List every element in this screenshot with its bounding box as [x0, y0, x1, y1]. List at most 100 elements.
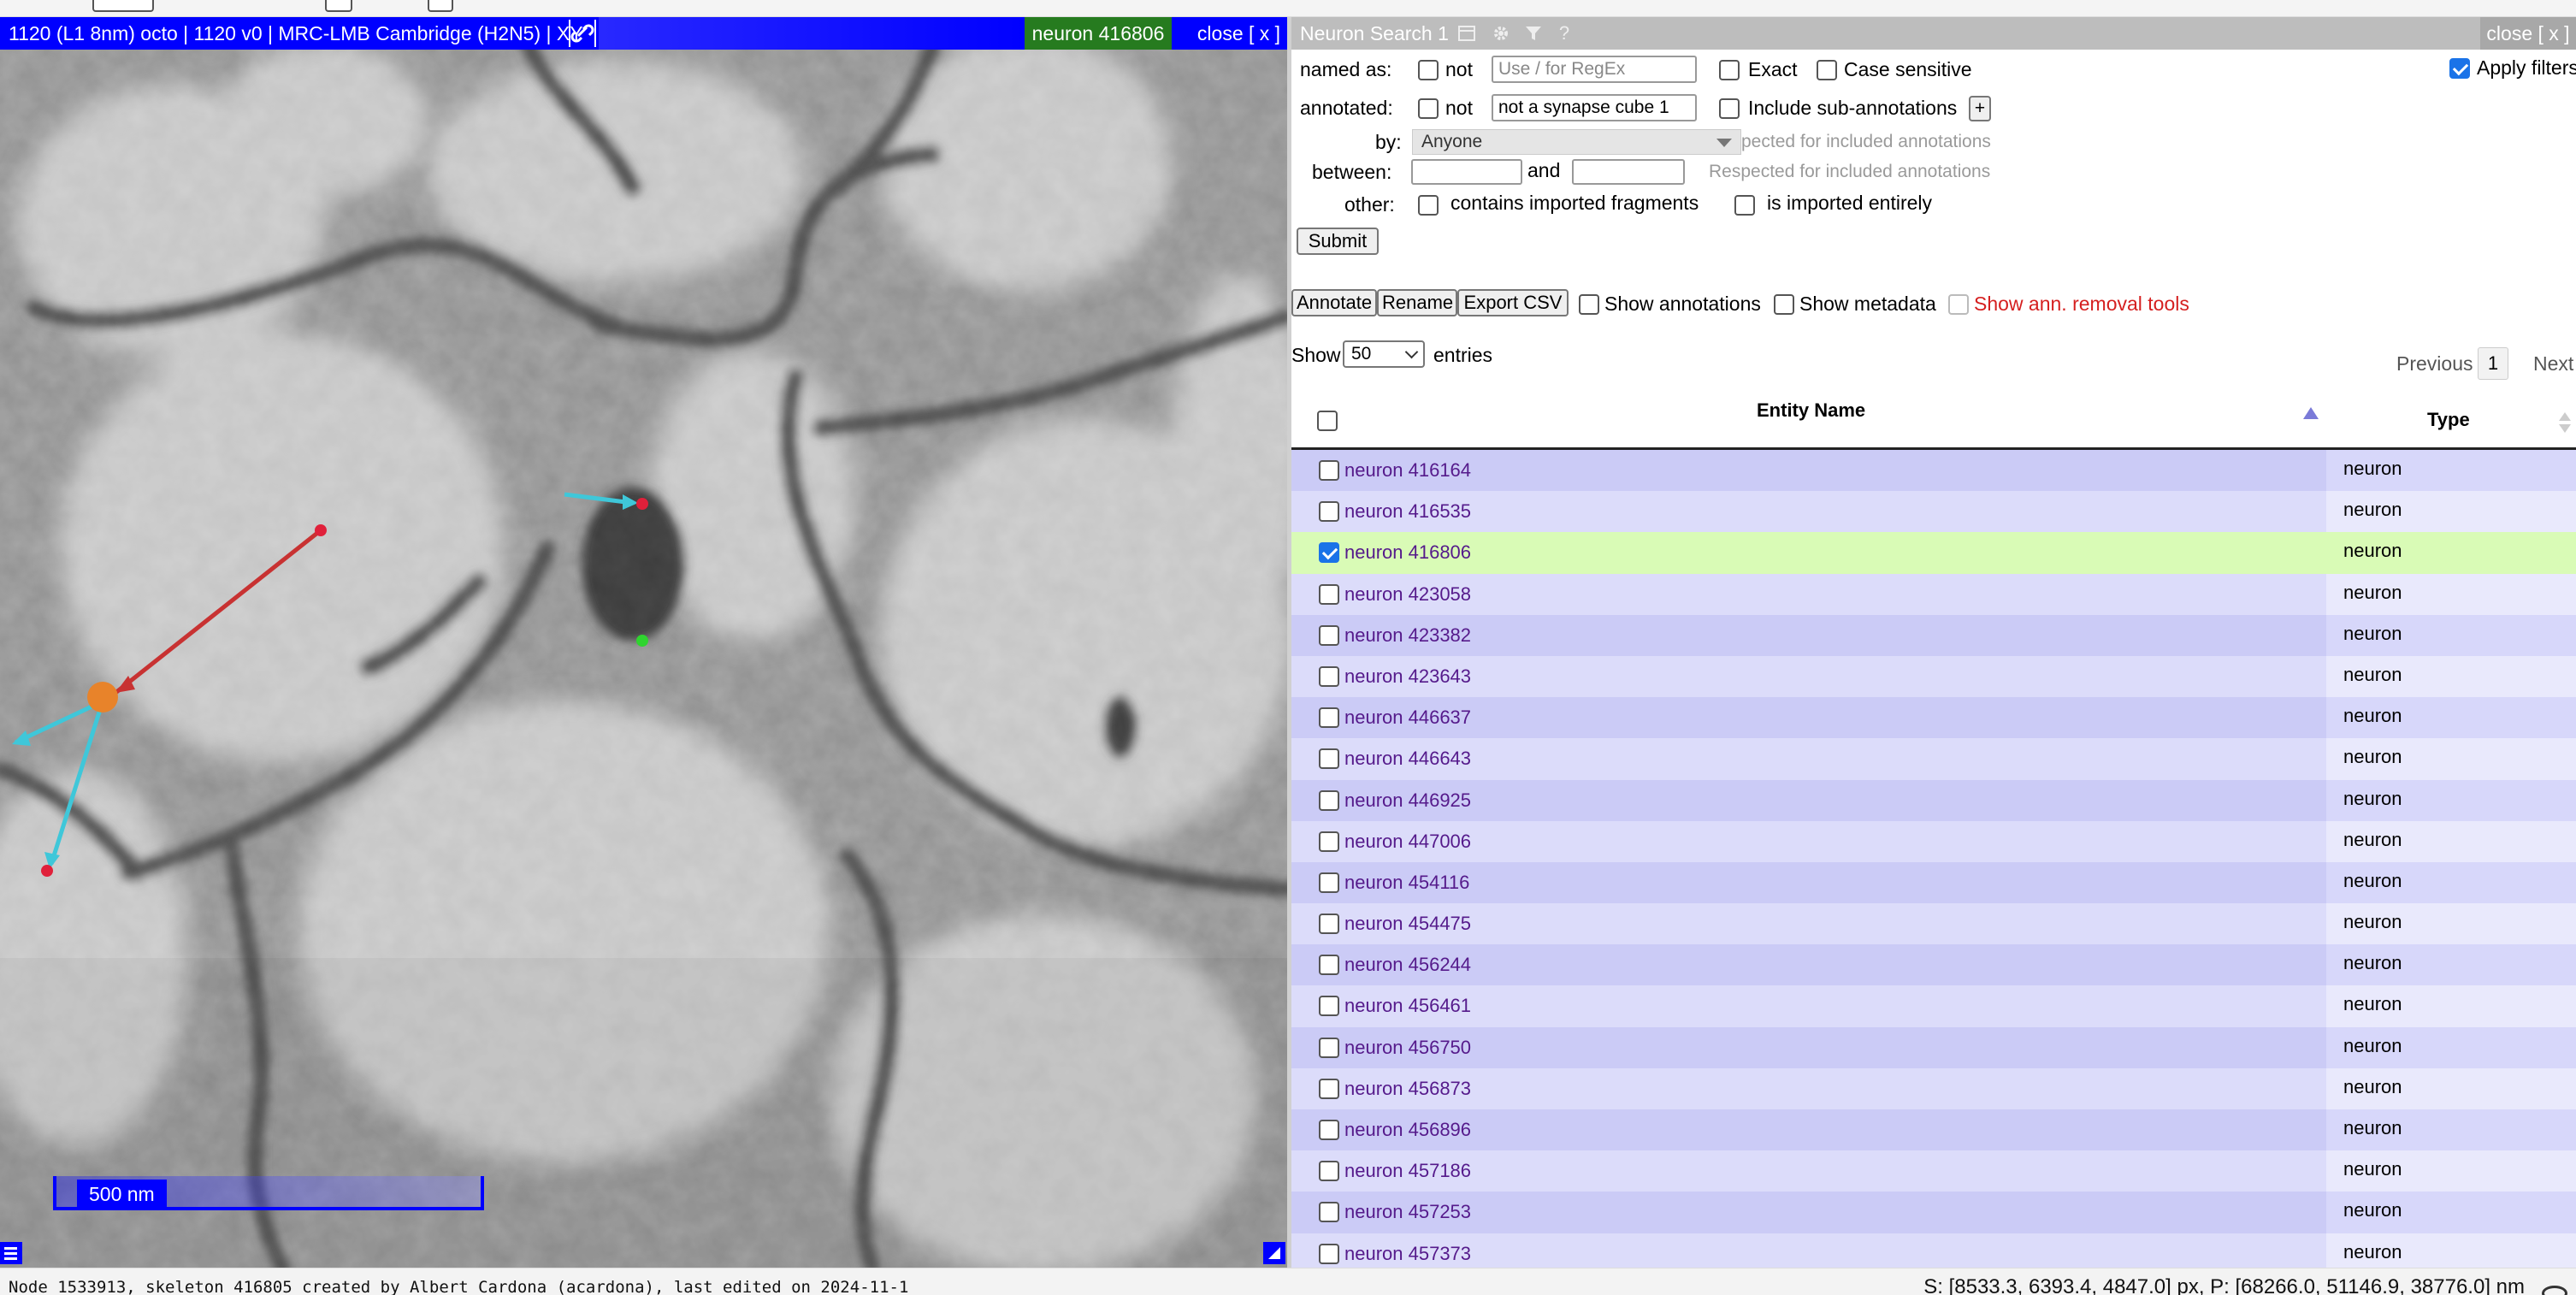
row-checkbox[interactable]: [1319, 665, 1339, 687]
entity-name-header[interactable]: Entity Name: [1757, 398, 1865, 423]
table-row[interactable]: neuron 454475 neuron: [1291, 903, 2576, 945]
row-checkbox[interactable]: [1319, 1243, 1339, 1264]
row-checkbox[interactable]: [1319, 996, 1339, 1017]
entity-name-link[interactable]: neuron 416164: [1344, 458, 1471, 483]
submit-button[interactable]: Submit: [1297, 228, 1379, 255]
show-removal-tools-checkbox[interactable]: [1948, 294, 1969, 315]
row-checkbox[interactable]: [1319, 501, 1339, 523]
name-not-checkbox[interactable]: [1418, 60, 1439, 80]
table-row[interactable]: neuron 456873 neuron: [1291, 1067, 2576, 1109]
entity-name-link[interactable]: neuron 457186: [1344, 1158, 1471, 1184]
entity-name-link[interactable]: neuron 447006: [1344, 829, 1471, 854]
page-button-1[interactable]: 1: [2478, 347, 2508, 380]
row-checkbox[interactable]: [1319, 583, 1339, 605]
table-row[interactable]: neuron 416164 neuron: [1291, 450, 2576, 492]
name-search-input[interactable]: [1492, 56, 1697, 83]
skeleton-node[interactable]: [315, 524, 327, 536]
row-checkbox[interactable]: [1319, 831, 1339, 852]
row-checkbox[interactable]: [1319, 707, 1339, 729]
entries-select[interactable]: 50: [1343, 340, 1425, 368]
date-to-input[interactable]: [1572, 159, 1685, 185]
table-row[interactable]: neuron 446925 neuron: [1291, 779, 2576, 821]
apply-filters-checkbox[interactable]: [2449, 58, 2470, 79]
case-sensitive-checkbox[interactable]: [1817, 60, 1837, 80]
entity-name-link[interactable]: neuron 456244: [1344, 952, 1471, 978]
annotation-not-checkbox[interactable]: [1418, 98, 1439, 119]
toolbar-button[interactable]: [325, 0, 352, 12]
entity-name-link[interactable]: neuron 456896: [1344, 1117, 1471, 1143]
table-row[interactable]: neuron 423058 neuron: [1291, 573, 2576, 615]
entity-name-link[interactable]: neuron 456873: [1344, 1076, 1471, 1102]
filter-icon[interactable]: [1524, 24, 1543, 43]
imported-fragments-checkbox[interactable]: [1418, 195, 1439, 216]
select-all-checkbox[interactable]: [1317, 411, 1338, 431]
show-metadata-checkbox[interactable]: [1774, 294, 1794, 315]
help-icon[interactable]: ?: [1555, 24, 1574, 43]
active-node[interactable]: [87, 682, 118, 713]
row-checkbox[interactable]: [1319, 1161, 1339, 1182]
table-row[interactable]: neuron 446643 neuron: [1291, 738, 2576, 780]
active-neuron-label[interactable]: neuron 416806: [1025, 17, 1172, 50]
row-checkbox[interactable]: [1319, 1078, 1339, 1099]
panel-close-button[interactable]: close [ x ]: [2480, 17, 2576, 50]
type-header[interactable]: Type: [2427, 407, 2470, 433]
table-row[interactable]: neuron 456244 neuron: [1291, 944, 2576, 986]
show-annotations-checkbox[interactable]: [1579, 294, 1599, 315]
add-annotation-button[interactable]: +: [1969, 96, 1991, 121]
annotate-button[interactable]: Annotate: [1291, 289, 1377, 316]
table-row[interactable]: neuron 447006 neuron: [1291, 820, 2576, 862]
toolbar-button[interactable]: [92, 0, 154, 12]
entity-name-link[interactable]: neuron 416806: [1344, 540, 1471, 565]
eye-icon[interactable]: [2542, 1286, 2567, 1295]
entity-name-link[interactable]: neuron 446637: [1344, 705, 1471, 730]
include-sub-annotations-checkbox[interactable]: [1719, 98, 1740, 119]
next-page-link[interactable]: Next: [2533, 351, 2573, 376]
sort-ascending-icon[interactable]: [2303, 407, 2319, 419]
viewer-close-button[interactable]: close [ x ]: [1191, 17, 1287, 50]
table-row[interactable]: neuron 457373 neuron: [1291, 1233, 2576, 1268]
sort-both-icon[interactable]: [2557, 412, 2574, 438]
table-row[interactable]: neuron 456461 neuron: [1291, 985, 2576, 1027]
entity-name-link[interactable]: neuron 456461: [1344, 993, 1471, 1019]
export-csv-button[interactable]: Export CSV: [1457, 289, 1569, 316]
row-checkbox[interactable]: [1319, 460, 1339, 481]
entity-name-link[interactable]: neuron 423058: [1344, 582, 1471, 607]
menu-icon[interactable]: [0, 1242, 22, 1264]
row-checkbox[interactable]: [1319, 914, 1339, 935]
table-row[interactable]: neuron 457186 neuron: [1291, 1150, 2576, 1192]
table-row[interactable]: neuron 456896 neuron: [1291, 1109, 2576, 1151]
toolbar-button[interactable]: [428, 0, 453, 12]
table-row[interactable]: neuron 416535 neuron: [1291, 491, 2576, 533]
annotator-select[interactable]: Anyone: [1412, 129, 1741, 155]
resize-corner-icon[interactable]: [1263, 1242, 1285, 1264]
row-checkbox[interactable]: [1319, 1037, 1339, 1058]
row-checkbox[interactable]: [1319, 872, 1339, 893]
entity-name-link[interactable]: neuron 446925: [1344, 788, 1471, 813]
row-checkbox[interactable]: [1319, 1202, 1339, 1223]
row-checkbox[interactable]: [1319, 789, 1339, 811]
table-row[interactable]: neuron 446637 neuron: [1291, 697, 2576, 739]
table-row[interactable]: neuron 456750 neuron: [1291, 1026, 2576, 1068]
entity-name-link[interactable]: neuron 416535: [1344, 499, 1471, 524]
entity-name-link[interactable]: neuron 454475: [1344, 911, 1471, 937]
row-checkbox[interactable]: [1319, 624, 1339, 646]
annotation-input[interactable]: [1492, 94, 1697, 121]
previous-page-link[interactable]: Previous: [2396, 351, 2473, 376]
em-image[interactable]: [0, 17, 1287, 1268]
entity-name-link[interactable]: neuron 457253: [1344, 1199, 1471, 1225]
link-icon[interactable]: [569, 20, 596, 47]
entity-name-link[interactable]: neuron 423643: [1344, 664, 1471, 689]
row-checkbox[interactable]: [1319, 542, 1339, 564]
entity-name-link[interactable]: neuron 456750: [1344, 1035, 1471, 1061]
table-row[interactable]: neuron 423382 neuron: [1291, 614, 2576, 656]
row-checkbox[interactable]: [1319, 748, 1339, 770]
table-row[interactable]: neuron 416806 neuron: [1291, 532, 2576, 574]
table-row[interactable]: neuron 457253 neuron: [1291, 1192, 2576, 1233]
entity-name-link[interactable]: neuron 423382: [1344, 623, 1471, 648]
stack-viewer[interactable]: 1120 (L1 8nm) octo | 1120 v0 | MRC-LMB C…: [0, 17, 1287, 1268]
table-row[interactable]: neuron 454116 neuron: [1291, 861, 2576, 904]
skeleton-node[interactable]: [636, 498, 648, 510]
gear-icon[interactable]: [1492, 24, 1510, 43]
entity-name-link[interactable]: neuron 454116: [1344, 870, 1469, 896]
entity-name-link[interactable]: neuron 446643: [1344, 746, 1471, 772]
